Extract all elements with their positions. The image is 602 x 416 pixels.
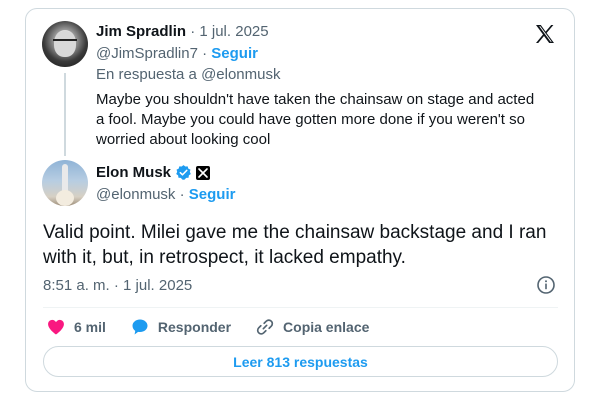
main-handle-row: @elonmusk · Seguir	[96, 186, 235, 203]
follow-button[interactable]: Seguir	[211, 45, 258, 62]
link-icon	[256, 319, 274, 335]
like-count: 6 mil	[74, 319, 106, 335]
tweet-timestamp[interactable]: 8:51 a. m. · 1 jul. 2025	[43, 277, 192, 294]
in-reply-to-label[interactable]: En respuesta a @elonmusk	[96, 66, 281, 83]
reply-button[interactable]: Responder	[130, 317, 231, 337]
thread-connector-line	[64, 73, 66, 156]
x-affiliate-badge-icon	[196, 165, 211, 180]
main-author-name[interactable]: Elon Musk	[96, 164, 171, 181]
embedded-tweet-card: Jim Spradlin · 1 jul. 2025 @JimSpradlin7…	[25, 8, 575, 392]
follow-button[interactable]: Seguir	[189, 186, 236, 203]
heart-icon	[48, 319, 64, 335]
avatar-glasses	[53, 39, 77, 47]
tweet-actions: 6 mil Responder Copia enlace	[46, 316, 393, 338]
reply-author-row: Jim Spradlin · 1 jul. 2025	[96, 23, 269, 40]
reply-tweet-text: Maybe you shouldn't have taken the chain…	[96, 91, 535, 148]
reply-handle[interactable]: @JimSpradlin7	[96, 45, 198, 62]
divider	[43, 307, 558, 308]
main-tweet-text: Valid point. Milei gave me the chainsaw …	[43, 222, 547, 268]
separator-dot: ·	[179, 186, 185, 203]
info-icon[interactable]	[536, 275, 556, 295]
speech-bubble-icon	[132, 319, 148, 335]
main-author-row: Elon Musk	[96, 164, 211, 181]
read-replies-label: Leer 813 respuestas	[233, 353, 368, 370]
avatar-plume	[56, 190, 74, 206]
main-handle[interactable]: @elonmusk	[96, 186, 175, 203]
reply-handle-row: @JimSpradlin7 · Seguir	[96, 45, 258, 62]
avatar[interactable]	[42, 160, 88, 206]
verified-badge-icon	[176, 165, 191, 180]
reply-label: Responder	[157, 319, 232, 335]
reply-author-name[interactable]: Jim Spradlin	[96, 23, 186, 40]
separator-dot: ·	[202, 45, 208, 62]
like-button[interactable]: 6 mil	[46, 317, 106, 337]
x-logo-icon[interactable]	[533, 22, 557, 46]
avatar[interactable]	[42, 21, 88, 67]
separator-dot: ·	[190, 23, 196, 40]
reply-date[interactable]: 1 jul. 2025	[199, 23, 268, 40]
copy-link-button[interactable]: Copia enlace	[255, 317, 369, 337]
copy-link-label: Copia enlace	[283, 319, 370, 335]
read-replies-button[interactable]: Leer 813 respuestas	[43, 346, 558, 377]
